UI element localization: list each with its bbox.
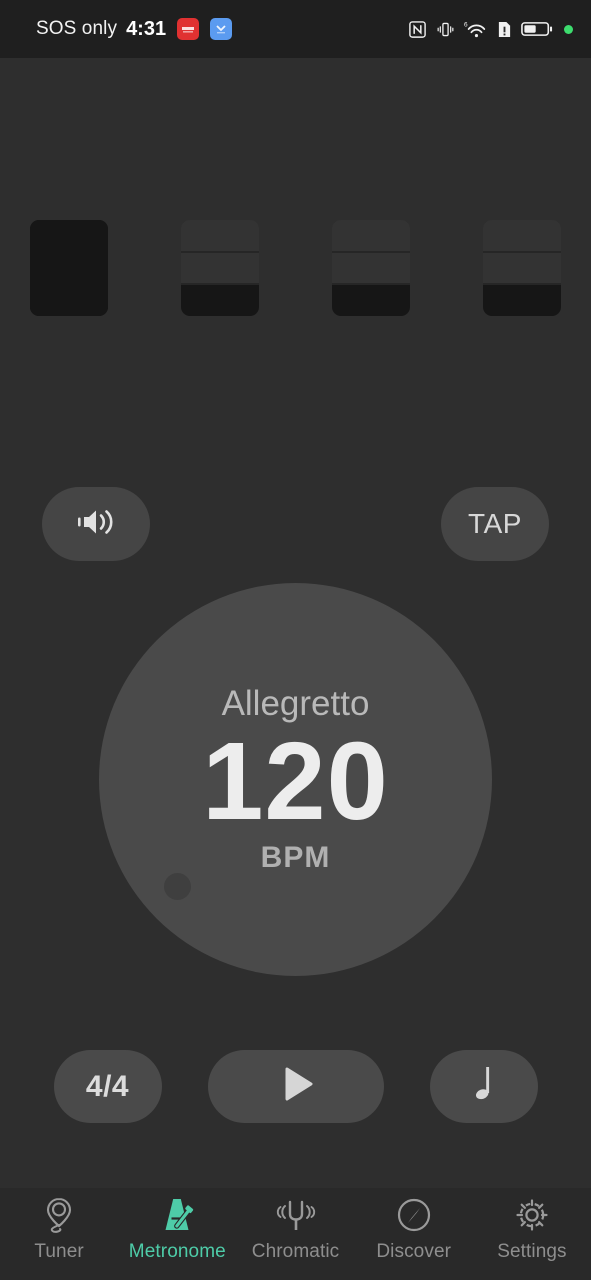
beat-block-1[interactable]	[30, 220, 108, 316]
beat-subdivision	[332, 220, 410, 253]
beat-block-2[interactable]	[181, 220, 259, 316]
nav-label-tuner: Tuner	[34, 1241, 84, 1262]
tap-button-label: TAP	[468, 508, 522, 539]
bpm-dial[interactable]: Allegretto 120 BPM	[99, 583, 492, 976]
beat-subdivision	[181, 252, 259, 286]
subdivision-button[interactable]	[429, 1050, 538, 1123]
nfc-icon	[408, 20, 427, 39]
beat-block-3[interactable]	[332, 220, 410, 316]
quarter-note-icon	[468, 1061, 500, 1112]
nav-item-settings[interactable]: Settings	[473, 1194, 591, 1263]
status-bar-clock: 4:31	[126, 17, 167, 40]
notification-badge-red-icon[interactable]	[177, 18, 200, 40]
beat-subdivision	[181, 220, 259, 253]
wifi-6-icon: 6	[464, 20, 488, 39]
beat-subdivision	[483, 252, 561, 286]
nav-item-metronome[interactable]: Metronome	[118, 1194, 236, 1263]
tap-tempo-button[interactable]: TAP	[441, 487, 549, 561]
status-bar-right: 6	[408, 20, 573, 39]
volume-up-icon	[75, 503, 117, 546]
dial-handle[interactable]	[164, 873, 191, 900]
bpm-value: 120	[202, 720, 389, 844]
nav-item-chromatic[interactable]: Chromatic	[236, 1194, 354, 1263]
status-bar-left: SOS only 4:31	[36, 17, 233, 41]
beat-subdivision	[30, 252, 108, 284]
beat-subdivision	[332, 252, 410, 286]
vibrate-icon	[436, 20, 455, 39]
nav-label-discover: Discover	[376, 1241, 452, 1262]
play-icon	[273, 1061, 319, 1112]
battery-icon	[521, 20, 553, 38]
tempo-name-label: Allegretto	[221, 684, 370, 724]
svg-text:6: 6	[464, 21, 468, 28]
beat-indicator-row	[0, 220, 591, 316]
compass-icon	[395, 1194, 433, 1238]
beat-subdivision	[30, 220, 108, 252]
secondary-controls-row: TAP	[0, 487, 591, 561]
nav-item-discover[interactable]: Discover	[355, 1194, 473, 1263]
nav-label-chromatic: Chromatic	[251, 1241, 340, 1262]
beat-block-4[interactable]	[483, 220, 561, 316]
metronome-icon	[159, 1194, 195, 1238]
time-signature-button[interactable]: 4/4	[53, 1050, 162, 1123]
tuning-peg-icon	[42, 1194, 76, 1238]
nav-item-tuner[interactable]: Tuner	[0, 1194, 118, 1263]
sim-alert-icon	[497, 20, 512, 39]
gear-icon	[513, 1194, 551, 1238]
carrier-label: SOS only	[36, 18, 118, 39]
bpm-unit-label: BPM	[260, 840, 331, 874]
time-signature-label: 4/4	[85, 1069, 130, 1103]
notification-badge-blue-icon[interactable]	[210, 18, 233, 40]
green-dot-indicator-icon	[564, 24, 573, 34]
beat-subdivision	[332, 285, 410, 316]
volume-button[interactable]	[42, 487, 150, 561]
bottom-navigation: Tuner Metronome Chromatic Discover Setti…	[0, 1188, 591, 1280]
beat-subdivision	[30, 284, 108, 316]
beat-subdivision	[181, 285, 259, 316]
beat-subdivision	[483, 285, 561, 316]
nav-label-metronome: Metronome	[128, 1241, 226, 1262]
beat-subdivision	[483, 220, 561, 253]
play-button[interactable]	[207, 1050, 384, 1123]
nav-label-settings: Settings	[497, 1241, 567, 1262]
primary-controls-row: 4/4	[0, 1050, 591, 1123]
tuning-fork-icon	[275, 1194, 317, 1238]
status-bar: SOS only 4:31 6	[0, 0, 591, 58]
